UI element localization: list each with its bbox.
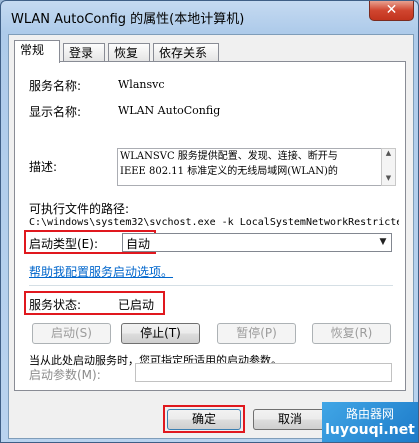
general-panel: 服务名称: Wlansvc 显示名称: WLAN AutoConfig 描述: … — [14, 61, 406, 391]
description-scrollbar[interactable]: ▲ ▼ — [381, 148, 396, 186]
watermark-line-1: 路由器网 — [345, 407, 394, 421]
service-name-value: Wlansvc — [118, 78, 165, 91]
dialog-body: 常规 登录 恢复 依存关系 服务名称: Wlansvc 显示名称: WLAN A… — [8, 34, 414, 439]
tab-general[interactable]: 常规 — [14, 40, 60, 63]
watermark-line-2: luyouqi.net — [325, 422, 415, 438]
description-line-1: WLANSVC 服务提供配置、发现、连接、断开与 — [120, 151, 338, 162]
path-label: 可执行文件的路径: — [29, 202, 130, 216]
display-name-label: 显示名称: — [29, 105, 82, 119]
path-value: C:\windows\system32\svchost.exe -k Local… — [29, 217, 399, 228]
tab-dependencies[interactable]: 依存关系 — [153, 43, 219, 62]
service-name-label: 服务名称: — [29, 79, 82, 93]
service-status-value: 已启动 — [118, 298, 155, 312]
startup-type-select[interactable]: 自动 ▼ — [122, 233, 392, 252]
properties-window: WLAN AutoConfig 的属性(本地计算机) ✕ 常规 登录 恢复 依存… — [0, 0, 419, 443]
tab-logon[interactable]: 登录 — [63, 43, 105, 62]
description-box[interactable]: WLANSVC 服务提供配置、发现、连接、断开与 IEEE 802.11 标准定… — [117, 148, 385, 186]
ok-button[interactable]: 确定 — [167, 409, 241, 430]
cancel-button[interactable]: 取消 — [253, 409, 327, 430]
pause-button[interactable]: 暂停(P) — [217, 323, 296, 344]
start-params-input[interactable] — [135, 363, 392, 382]
window-title: WLAN AutoConfig 的属性(本地计算机) — [11, 12, 245, 27]
watermark-logo: 路由器网 luyouqi.net — [322, 402, 418, 442]
separator — [29, 285, 393, 286]
chevron-down-icon[interactable]: ▼ — [375, 234, 391, 251]
start-button[interactable]: 启动(S) — [32, 323, 111, 344]
stop-button[interactable]: 停止(T) — [121, 323, 200, 344]
resume-button[interactable]: 恢复(R) — [312, 323, 391, 344]
help-startup-link[interactable]: 帮助我配置服务启动选项。 — [29, 263, 173, 280]
startup-type-selected: 自动 — [126, 237, 151, 251]
scroll-up-icon[interactable]: ▲ — [382, 149, 395, 158]
close-button[interactable]: ✕ — [369, 1, 414, 21]
startup-type-label: 启动类型(E): — [29, 237, 98, 251]
tab-recovery[interactable]: 恢复 — [108, 43, 150, 62]
scroll-down-icon[interactable]: ▼ — [382, 174, 395, 183]
description-label: 描述: — [29, 160, 58, 174]
start-params-label: 启动参数(M): — [29, 368, 101, 382]
description-line-2: IEEE 802.11 标准定义的无线局域网(WLAN)的 — [120, 166, 338, 177]
service-status-label: 服务状态: — [29, 298, 82, 312]
display-name-value: WLAN AutoConfig — [118, 104, 221, 117]
